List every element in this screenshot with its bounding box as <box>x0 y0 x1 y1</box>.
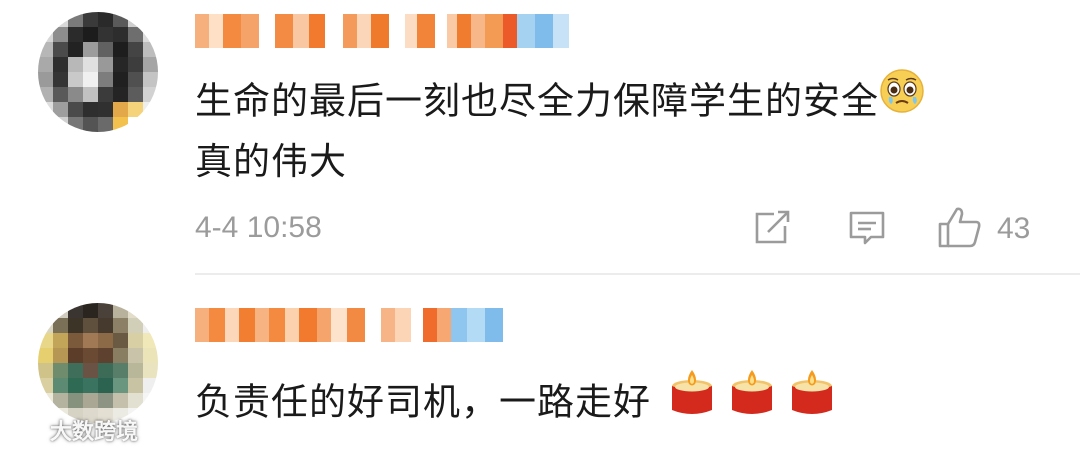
comment-meta: 4-4 10:58 <box>195 208 322 248</box>
candle-emoji <box>668 366 716 434</box>
like-count: 43 <box>997 212 1031 245</box>
reply-button[interactable] <box>847 209 887 251</box>
watermark: 大数跨境 <box>10 412 138 448</box>
watermark-text: 大数跨境 <box>50 420 139 445</box>
candle-emoji <box>788 366 836 434</box>
comment-text-line1: 生命的最后一刻也尽全力保障学生的安全 <box>195 79 879 123</box>
comment-text: 生命的最后一刻也尽全力保障学生的安全 真的伟大 <box>195 69 925 190</box>
candle-emoji <box>728 366 776 434</box>
timestamp: 4-4 10:58 <box>195 211 322 244</box>
comment-text: 负责任的好司机，一路走好 <box>195 370 836 438</box>
watermark-logo-icon <box>10 412 44 448</box>
comment-item: 生命的最后一刻也尽全力保障学生的安全 真的伟大 4-4 10:58 43 <box>0 0 1080 275</box>
comment-icon <box>847 209 887 251</box>
avatar[interactable] <box>38 303 158 423</box>
share-button[interactable] <box>752 209 792 251</box>
comment-text-line2: 真的伟大 <box>195 140 347 183</box>
avatar[interactable] <box>38 12 158 132</box>
share-icon <box>752 209 792 251</box>
like-button[interactable]: 43 <box>937 205 1030 253</box>
thumbs-up-icon <box>937 205 983 253</box>
pleading-face-emoji <box>879 68 925 130</box>
username-mosaic[interactable] <box>195 308 503 342</box>
comment-text-line1: 负责任的好司机，一路走好 <box>195 380 651 424</box>
comment-item: 负责任的好司机，一路走好 <box>0 275 1080 450</box>
username-mosaic[interactable] <box>195 14 569 48</box>
